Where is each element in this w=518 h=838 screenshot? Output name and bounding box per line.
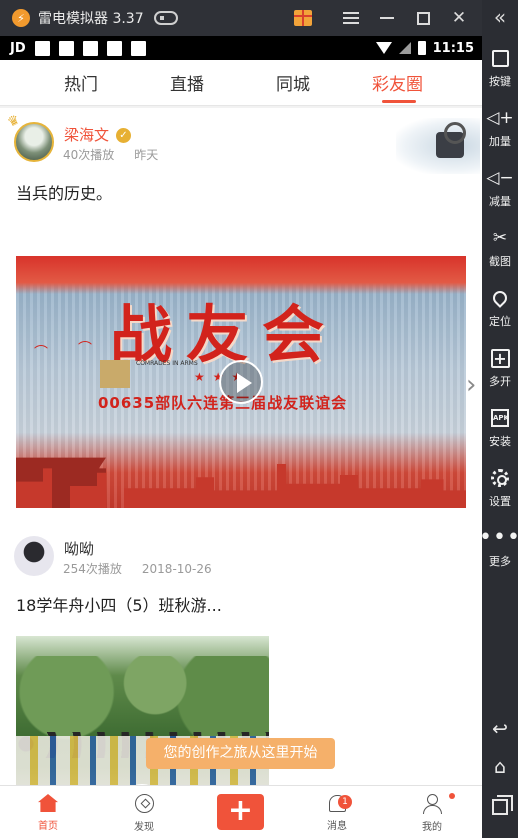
nav-discover[interactable]: 发现 [114, 790, 174, 836]
sidebar-label: 更多 [489, 555, 511, 568]
post-date: 2018-10-26 [141, 562, 212, 576]
nav-label: 我的 [422, 822, 442, 833]
notification-icon [34, 40, 50, 56]
post-caption: 当兵的历史。 [16, 184, 113, 203]
top-tabs: 热门 直播 同城 彩友圈 [0, 60, 482, 106]
emulator-sidebar: « 按键 ◁+ 加量 ◁− 减量 ✂ 截图 定位 + 多开 APK 安装 设置 … [479, 0, 518, 838]
sidebar-label: 安装 [489, 435, 511, 448]
sidebar-item-install[interactable]: APK 安装 [482, 406, 518, 458]
bird-icon: ⌒ [34, 345, 48, 361]
menu-icon[interactable] [340, 7, 362, 29]
message-badge: 1 [338, 795, 352, 809]
emulator-title-bar: ⚡ 雷电模拟器 3.37 ✕ [0, 0, 482, 36]
sidebar-label: 加量 [489, 135, 511, 148]
sidebar-label: 截图 [489, 255, 511, 268]
sidebar-label: 按键 [489, 75, 511, 88]
nav-label: 首页 [38, 821, 58, 832]
volume-down-icon: ◁− [486, 168, 514, 188]
nav-home[interactable]: 首页 [18, 790, 78, 836]
clock: 11:15 [432, 40, 474, 56]
play-icon[interactable] [219, 360, 263, 404]
collapse-sidebar-icon[interactable]: « [482, 4, 518, 32]
scissors-icon: ✂ [492, 228, 508, 248]
recent-apps-icon[interactable] [482, 792, 518, 822]
maximize-icon[interactable] [412, 7, 434, 29]
verified-badge-icon: ✓ [116, 128, 131, 143]
location-icon [488, 286, 512, 310]
emulator-title: 雷电模拟器 3.37 [38, 11, 144, 27]
tab-live[interactable]: 直播 [170, 70, 204, 95]
back-icon[interactable]: ↩ [482, 714, 518, 744]
nav-label: 消息 [327, 821, 347, 832]
sidebar-label: 设置 [489, 495, 511, 508]
status-bar: JD 11:15 [0, 36, 482, 60]
emulator-logo-icon: ⚡ [12, 9, 30, 27]
home-icon[interactable]: ⌂ [482, 752, 518, 782]
wifi-icon [375, 42, 392, 54]
sidebar-label: 多开 [489, 375, 511, 388]
keyboard-icon [488, 46, 512, 70]
sidebar-item-multi-instance[interactable]: + 多开 [482, 346, 518, 398]
home-icon [38, 794, 58, 812]
video-english-text: COMRADES IN ARMS [136, 360, 198, 367]
more-icon: ••• [479, 525, 518, 550]
carrier-label: JD [10, 40, 26, 56]
sidebar-item-more[interactable]: ••• 更多 [479, 525, 518, 578]
chevron-right-icon[interactable]: › [466, 370, 482, 402]
avatar[interactable] [14, 122, 54, 162]
video-thumbnail[interactable]: ⌒ ⌒ 战友会 COMRADES IN ARMS ★★★ 00635部队六连第三… [16, 256, 466, 508]
username[interactable]: 梁海文 [64, 124, 109, 145]
avatar[interactable] [14, 536, 54, 576]
sidebar-item-settings[interactable]: 设置 [482, 466, 518, 518]
apk-install-icon: APK [488, 406, 512, 430]
sidebar-label: 减量 [489, 195, 511, 208]
user-icon [423, 794, 442, 814]
notification-icon [106, 40, 122, 56]
nav-label: 发现 [134, 822, 154, 833]
minimize-icon[interactable] [376, 7, 398, 29]
post-meta: 254次播放 2018-10-26 [63, 560, 232, 577]
tooltip-toast: 您的创作之旅从这里开始 [146, 738, 335, 769]
sidebar-item-location[interactable]: 定位 [482, 286, 518, 338]
sidebar-item-keys[interactable]: 按键 [482, 46, 518, 98]
signal-icon [398, 42, 411, 54]
volume-up-icon: ◁+ [486, 108, 514, 128]
gift-icon[interactable] [292, 7, 314, 29]
nav-messages[interactable]: 消息 [307, 790, 367, 836]
tab-friends-circle[interactable]: 彩友圈 [372, 70, 423, 95]
sidebar-label: 定位 [489, 315, 511, 328]
multi-instance-icon: + [488, 346, 512, 370]
post-card: ♛ 梁海文 ✓ 40次播放 昨天 当兵的历史。 ⌒ ⌒ 战友会 COMRADES … [0, 108, 482, 560]
play-count: 254次播放 [63, 562, 122, 576]
sidebar-item-volume-up[interactable]: ◁+ 加量 [482, 106, 518, 158]
post-meta: 40次播放 昨天 [63, 146, 178, 163]
compass-icon [134, 794, 154, 813]
tab-local[interactable]: 同城 [276, 70, 310, 95]
emblem-icon [100, 360, 130, 388]
battery-icon [417, 41, 426, 55]
bird-icon: ⌒ [78, 341, 92, 357]
active-tab-indicator [382, 100, 416, 103]
post-date: 昨天 [134, 148, 159, 162]
sidebar-item-volume-down[interactable]: ◁− 减量 [482, 166, 518, 218]
notification-icon [130, 40, 146, 56]
notification-dot [449, 793, 455, 799]
create-button[interactable]: + [217, 794, 264, 830]
notification-icon [82, 40, 98, 56]
play-count: 40次播放 [63, 148, 115, 162]
app-screen: 热门 直播 同城 彩友圈 ♛ 梁海文 ✓ 40次播放 昨天 当兵的历史。 ⌒ ⌒ … [0, 60, 482, 838]
notification-icon [58, 40, 74, 56]
bottom-nav: 首页 发现 + 消息 1 我的 [0, 785, 482, 838]
sidebar-item-screenshot[interactable]: ✂ 截图 [482, 226, 518, 278]
tab-hot[interactable]: 热门 [64, 70, 98, 95]
projector-icon [396, 118, 480, 174]
post-caption: 18学年舟小四（5）班秋游... [16, 596, 222, 615]
gear-icon [488, 466, 512, 490]
username[interactable]: 呦呦 [64, 538, 94, 559]
close-icon[interactable]: ✕ [448, 7, 470, 29]
gamepad-icon[interactable] [153, 11, 178, 25]
